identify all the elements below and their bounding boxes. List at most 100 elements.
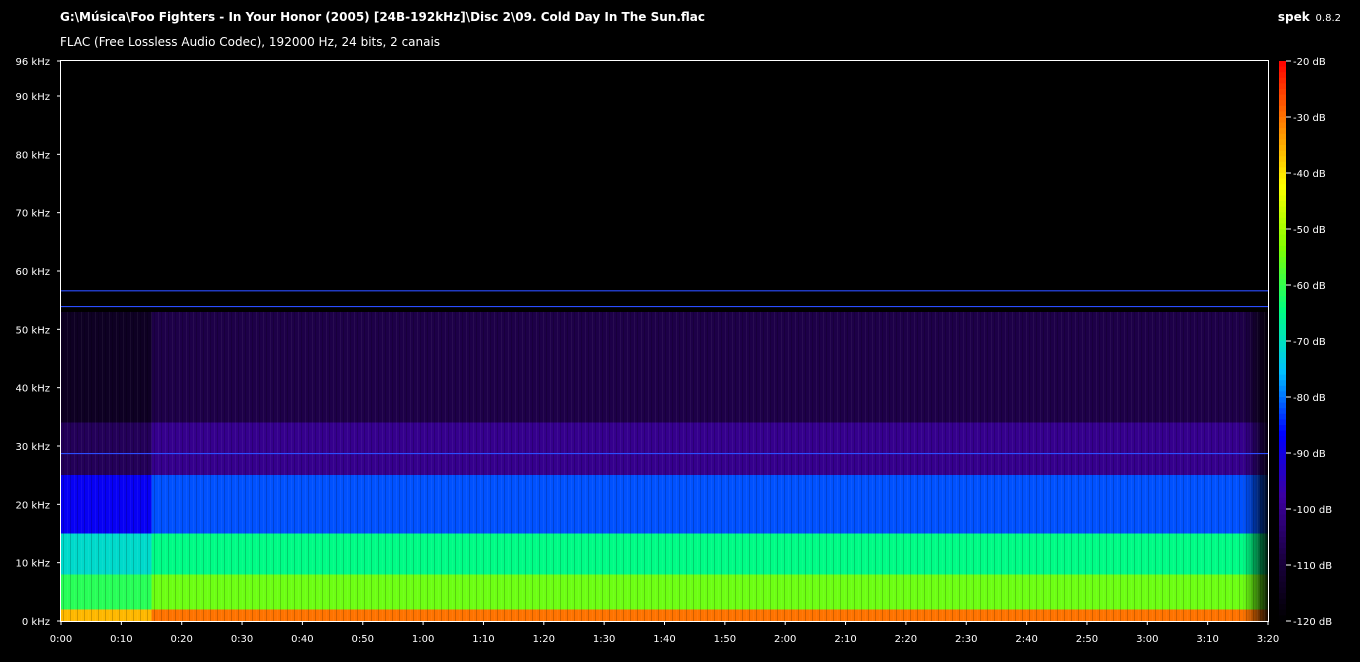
colorbar-swatch [1279,464,1286,471]
colorbar-swatch [1279,447,1286,454]
colorbar-swatch [1279,497,1286,504]
colorbar-swatch [1279,223,1286,230]
x-tick-label: 2:30 [955,634,977,645]
y-tick-label: 70 kHz [16,209,50,220]
colorbar-swatch [1279,301,1286,308]
x-tick-label: 0:30 [231,634,253,645]
y-tick-label: 60 kHz [16,267,50,278]
colorbar-swatch [1279,441,1286,448]
colorbar-swatch [1279,290,1286,297]
colorbar-swatch [1279,296,1286,303]
colorbar-tick-label: -40 dB [1293,169,1326,180]
colorbar-swatch [1279,559,1286,566]
y-tick-label: 50 kHz [16,325,50,336]
y-tick-label: 90 kHz [16,92,50,103]
x-tick-label: 1:00 [412,634,434,645]
colorbar-swatch [1279,425,1286,432]
colorbar-swatch [1279,492,1286,499]
colorbar-swatch [1279,481,1286,488]
colorbar-swatch [1279,576,1286,583]
colorbar-swatch [1279,408,1286,415]
x-tick-label: 0:40 [291,634,313,645]
x-tick-label: 1:40 [653,634,675,645]
colorbar-swatch [1279,453,1286,460]
colorbar-swatch [1279,245,1286,252]
colorbar-swatch [1279,537,1286,544]
x-tick-label: 1:30 [593,634,615,645]
colorbar-swatch [1279,167,1286,174]
colorbar-swatch [1279,419,1286,426]
colorbar-swatch [1279,374,1286,381]
colorbar-swatch [1279,363,1286,370]
colorbar-swatch [1279,72,1286,79]
colorbar-swatch [1279,156,1286,163]
colorbar-swatch [1279,357,1286,364]
colorbar-swatch [1279,469,1286,476]
colorbar-swatch [1279,229,1286,236]
spectrogram-chart: 0 kHz 10 kHz 20 kHz 30 kHz 40 kHz 50 kHz 60 kH… [16,57,1333,645]
y-tick-label: 40 kHz [16,384,50,395]
colorbar-swatch [1279,201,1286,208]
colorbar-swatch [1279,122,1286,129]
colorbar-swatch [1279,542,1286,549]
colorbar-swatch [1279,475,1286,482]
x-tick-label: 2:40 [1015,634,1037,645]
colorbar-swatch [1279,178,1286,185]
colorbar-swatch [1279,346,1286,353]
colorbar-swatch [1279,587,1286,594]
colorbar-swatch [1279,531,1286,538]
colorbar-swatch [1279,352,1286,359]
colorbar-tick-label: -90 dB [1293,449,1326,460]
colorbar-swatch [1279,240,1286,247]
colorbar-swatch [1279,173,1286,180]
colorbar-swatch [1279,385,1286,392]
y-tick-label: 10 kHz [16,559,50,570]
colorbar-swatch [1279,329,1286,336]
colorbar-swatch [1279,89,1286,96]
colorbar-swatch [1279,139,1286,146]
colorbar-tick-label: -30 dB [1293,113,1326,124]
colorbar-swatch [1279,145,1286,152]
colorbar-tick-label: -20 dB [1293,57,1326,68]
y-tick-label: 96 kHz [16,57,50,68]
colorbar-tick-label: -80 dB [1293,393,1326,404]
colorbar: -20 dB -30 dB -40 dB -50 dB -60 dB -70 dB -80 … [1279,57,1332,628]
colorbar-swatch [1279,212,1286,219]
colorbar-swatch [1279,117,1286,124]
colorbar-swatch [1279,195,1286,202]
colorbar-swatch [1279,369,1286,376]
colorbar-swatch [1279,128,1286,135]
colorbar-swatch [1279,318,1286,325]
spectral-texture [61,311,1268,621]
colorbar-swatch [1279,77,1286,84]
x-tick-label: 0:50 [352,634,374,645]
colorbar-swatch [1279,615,1286,622]
colorbar-swatch [1279,486,1286,493]
y-tick-label: 0 kHz [22,617,50,628]
colorbar-swatch [1279,184,1286,191]
colorbar-swatch [1279,402,1286,409]
x-tick-label: 0:10 [110,634,132,645]
colorbar-swatch [1279,83,1286,90]
colorbar-swatch [1279,397,1286,404]
colorbar-swatch [1279,391,1286,398]
colorbar-swatch [1279,133,1286,140]
colorbar-swatch [1279,458,1286,465]
colorbar-swatch [1279,279,1286,286]
colorbar-swatch [1279,324,1286,331]
y-tick-label: 30 kHz [16,442,50,453]
colorbar-swatch [1279,189,1286,196]
colorbar-swatch [1279,436,1286,443]
colorbar-swatch [1279,570,1286,577]
colorbar-swatch [1279,257,1286,264]
spectrogram-plot [61,61,1268,621]
x-tick-label: 2:10 [834,634,856,645]
x-tick-label: 2:50 [1076,634,1098,645]
colorbar-swatch [1279,273,1286,280]
colorbar-tick-label: -100 dB [1293,505,1332,516]
colorbar-swatch [1279,581,1286,588]
colorbar-swatch [1279,341,1286,348]
colorbar-swatch [1279,251,1286,258]
colorbar-swatch [1279,525,1286,532]
colorbar-swatch [1279,313,1286,320]
